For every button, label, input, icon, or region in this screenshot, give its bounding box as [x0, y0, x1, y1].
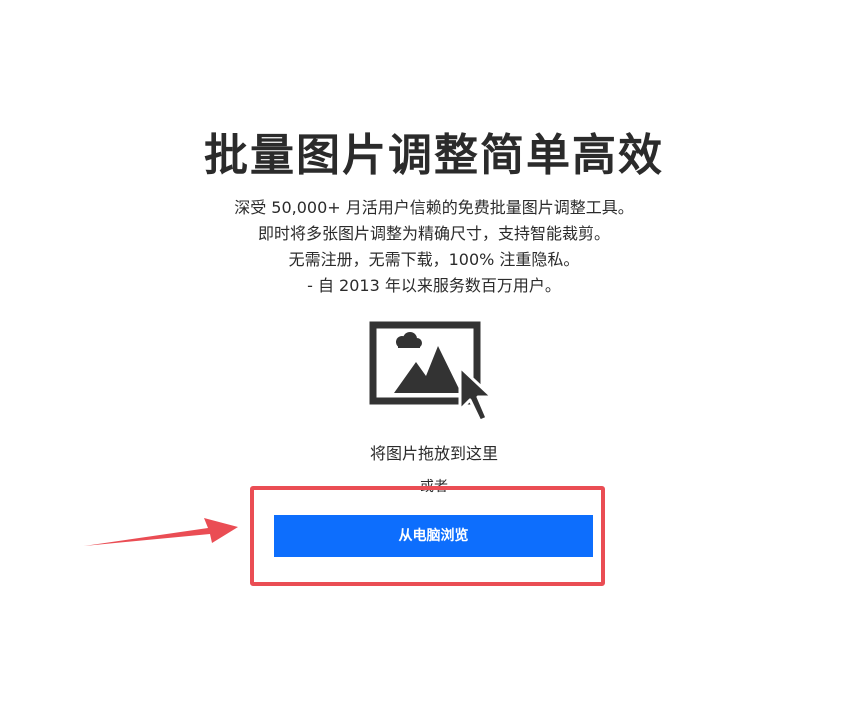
description-line: - 自 2013 年以来服务数百万用户。: [307, 276, 561, 295]
annotation-arrow-icon: [84, 518, 238, 546]
page-title: 批量图片调整简单高效: [204, 130, 664, 181]
description-line: 即时将多张图片调整为精确尺寸，支持智能裁剪。: [257, 224, 610, 243]
description-line: 深受 50,000+ 月活用户信赖的免费批量图片调整工具。: [234, 198, 634, 217]
browse-from-computer-button[interactable]: 从电脑浏览: [274, 515, 593, 557]
image-upload-icon: [369, 321, 494, 423]
upload-page: 批量图片调整简单高效 深受 50,000+ 月活用户信赖的免费批量图片调整工具。…: [0, 0, 868, 724]
drop-zone-text: 将图片拖放到这里: [369, 444, 498, 463]
description-line: 无需注册，无需下载，100% 注重隐私。: [288, 250, 580, 269]
page-description: 深受 50,000+ 月活用户信赖的免费批量图片调整工具。 即时将多张图片调整为…: [0, 195, 868, 299]
